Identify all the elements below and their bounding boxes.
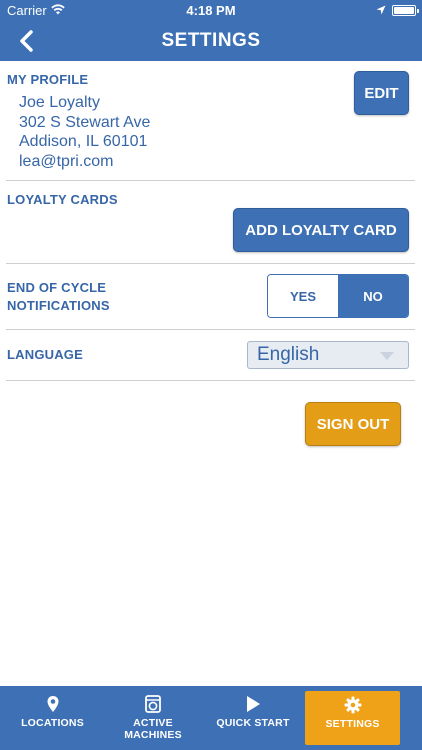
battery-icon xyxy=(392,5,419,16)
profile-email: lea@tpri.com xyxy=(19,152,114,170)
notifications-heading-line2: NOTIFICATIONS xyxy=(7,298,110,313)
tab-settings[interactable]: SETTINGS xyxy=(305,691,400,745)
notifications-toggle: YES NO xyxy=(267,274,409,318)
play-icon xyxy=(247,696,260,712)
tab-label-line2: MACHINES xyxy=(124,729,182,741)
tab-active-machines[interactable]: ACTIVE MACHINES xyxy=(105,686,201,750)
profile-street: 302 S Stewart Ave xyxy=(19,113,151,131)
page-title: SETTINGS xyxy=(161,30,261,51)
divider xyxy=(6,380,415,381)
divider xyxy=(6,329,415,330)
tab-label-line1: LOCATIONS xyxy=(21,717,84,729)
washing-machine-icon xyxy=(145,695,161,713)
language-selected-value: English xyxy=(257,344,320,365)
status-bar: Carrier 4:18 PM xyxy=(0,0,422,22)
language-heading: LANGUAGE xyxy=(7,347,83,362)
clock: 4:18 PM xyxy=(186,3,236,18)
chevron-down-icon xyxy=(380,352,394,360)
sign-out-button[interactable]: SIGN OUT xyxy=(305,402,401,446)
tab-label: ACTIVE MACHINES xyxy=(105,717,201,741)
notifications-no-option[interactable]: NO xyxy=(338,275,408,317)
tab-label-line1: ACTIVE xyxy=(133,717,173,729)
my-profile-heading: MY PROFILE xyxy=(7,72,89,87)
profile-name: Joe Loyalty xyxy=(19,94,100,111)
tab-label: QUICK START xyxy=(201,717,305,729)
tab-label-line1: QUICK START xyxy=(216,717,290,729)
header: Carrier 4:18 PM SETTINGS xyxy=(0,0,422,61)
tab-label-line1: SETTINGS xyxy=(325,718,380,730)
language-select[interactable]: English xyxy=(247,341,409,369)
tab-label: LOCATIONS xyxy=(0,717,105,729)
divider xyxy=(6,180,415,181)
divider xyxy=(6,263,415,264)
profile-city: Addison, IL 60101 xyxy=(19,133,148,150)
add-loyalty-card-button[interactable]: ADD LOYALTY CARD xyxy=(233,208,409,252)
gear-icon xyxy=(344,696,361,714)
notifications-heading-line1: END OF CYCLE xyxy=(7,280,107,295)
location-arrow-icon xyxy=(376,5,386,15)
tab-bar: LOCATIONS ACTIVE MACHINES QUICK START SE… xyxy=(0,686,422,750)
tab-label: SETTINGS xyxy=(305,718,400,730)
tab-locations[interactable]: LOCATIONS xyxy=(0,686,105,750)
profile-details: Joe Loyalty 302 S Stewart Ave Addison, I… xyxy=(19,93,150,171)
nav-bar: SETTINGS xyxy=(0,22,422,61)
loyalty-cards-heading: LOYALTY CARDS xyxy=(7,192,118,207)
tab-quick-start[interactable]: QUICK START xyxy=(201,686,305,750)
location-pin-icon xyxy=(47,696,58,712)
edit-profile-button[interactable]: EDIT xyxy=(354,71,409,115)
notifications-yes-option[interactable]: YES xyxy=(268,275,338,317)
notifications-heading: END OF CYCLE NOTIFICATIONS xyxy=(7,279,110,315)
